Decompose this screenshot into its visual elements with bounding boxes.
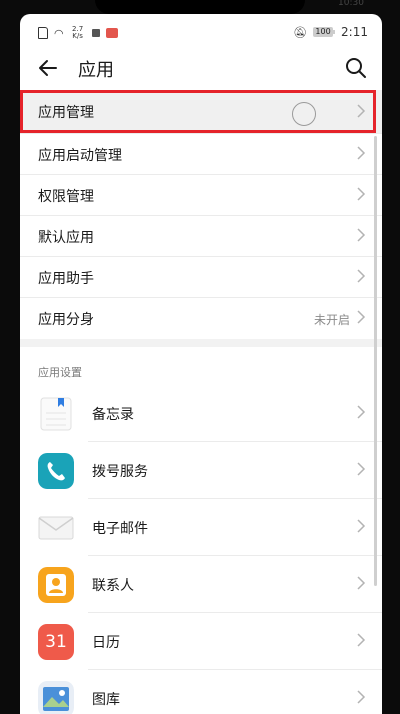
calendar-date: 31	[45, 632, 67, 652]
back-arrow-icon[interactable]	[34, 54, 62, 82]
app-item-calendar[interactable]: 31 日历	[20, 613, 382, 670]
settings-list: 应用管理 应用启动管理 权限管理 默认应用 应用助手 应用分身 未开启 应用设置…	[20, 90, 382, 714]
menu-item-default-apps[interactable]: 默认应用	[20, 216, 382, 257]
page-title: 应用	[78, 60, 114, 81]
top-edge-time: 10:30	[338, 0, 364, 8]
app-item-notes[interactable]: 备忘录	[20, 385, 382, 442]
contacts-icon	[38, 567, 74, 603]
menu-item-label: 应用助手	[38, 271, 94, 287]
app-label: 电子邮件	[92, 521, 148, 537]
clock: 2:11	[341, 25, 368, 39]
phone-icon	[38, 453, 74, 489]
search-icon[interactable]	[342, 54, 370, 82]
chevron-right-icon	[357, 104, 366, 118]
menu-item-app-management[interactable]: 应用管理	[20, 90, 382, 134]
menu-item-app-assistant[interactable]: 应用助手	[20, 257, 382, 298]
menu-item-label: 权限管理	[38, 189, 94, 205]
app-item-email[interactable]: 电子邮件	[20, 499, 382, 556]
network-speed: 2.7 K/s	[72, 25, 84, 40]
menu-item-label: 应用启动管理	[38, 148, 122, 164]
phone-frame: 10:30 ◠ 2.7 K/s 🔕︎ 100 2:11 应用 应用管理 应用启动…	[0, 0, 400, 714]
menu-item-label: 应用分身	[38, 312, 94, 328]
section-header: 应用设置	[20, 347, 382, 385]
app-label: 拨号服务	[92, 464, 148, 480]
menu-item-permissions[interactable]: 权限管理	[20, 175, 382, 216]
notification-icon	[91, 29, 100, 37]
status-bar: ◠ 2.7 K/s 🔕︎ 100 2:11	[20, 14, 382, 46]
app-label: 图库	[92, 692, 120, 708]
app-item-dialer[interactable]: 拨号服务	[20, 442, 382, 499]
app-twin-status: 未开启	[313, 313, 350, 327]
gallery-icon	[38, 681, 74, 714]
chevron-right-icon	[357, 310, 366, 324]
app-item-contacts[interactable]: 联系人	[20, 556, 382, 613]
chevron-right-icon	[357, 519, 366, 533]
chevron-right-icon	[357, 405, 366, 419]
chevron-right-icon	[357, 690, 366, 704]
section-header-label: 应用设置	[38, 366, 82, 379]
battery-level: 100	[313, 27, 334, 37]
top-notch	[95, 0, 305, 14]
calendar-icon: 31	[38, 624, 74, 660]
app-label: 备忘录	[92, 407, 134, 423]
menu-item-app-launch[interactable]: 应用启动管理	[20, 134, 382, 175]
chevron-right-icon	[357, 146, 366, 160]
scrollbar[interactable]	[374, 136, 377, 586]
notes-icon	[38, 396, 74, 432]
app-bar: 应用	[20, 46, 382, 90]
menu-item-app-twin[interactable]: 应用分身 未开启	[20, 298, 382, 339]
chevron-right-icon	[357, 576, 366, 590]
menu-item-label: 默认应用	[38, 230, 94, 246]
app-item-gallery[interactable]: 图库	[20, 670, 382, 714]
email-icon	[38, 516, 74, 540]
app-label: 联系人	[92, 578, 134, 594]
battery-icon: 100	[313, 27, 336, 37]
sim-card-icon	[38, 27, 48, 39]
section-divider	[20, 339, 382, 347]
menu-item-label: 应用管理	[38, 105, 94, 121]
mute-bell-icon: 🔕︎	[293, 25, 308, 39]
app-label: 日历	[92, 635, 120, 651]
chevron-right-icon	[357, 228, 366, 242]
chevron-right-icon	[357, 187, 366, 201]
touch-indicator	[292, 102, 316, 126]
chevron-right-icon	[357, 462, 366, 476]
chevron-right-icon	[357, 269, 366, 283]
app-notification-icon	[105, 28, 118, 38]
chevron-right-icon	[357, 633, 366, 647]
screen: ◠ 2.7 K/s 🔕︎ 100 2:11 应用 应用管理 应用启动管理 权限管…	[20, 14, 382, 714]
wifi-icon: ◠	[54, 26, 64, 40]
